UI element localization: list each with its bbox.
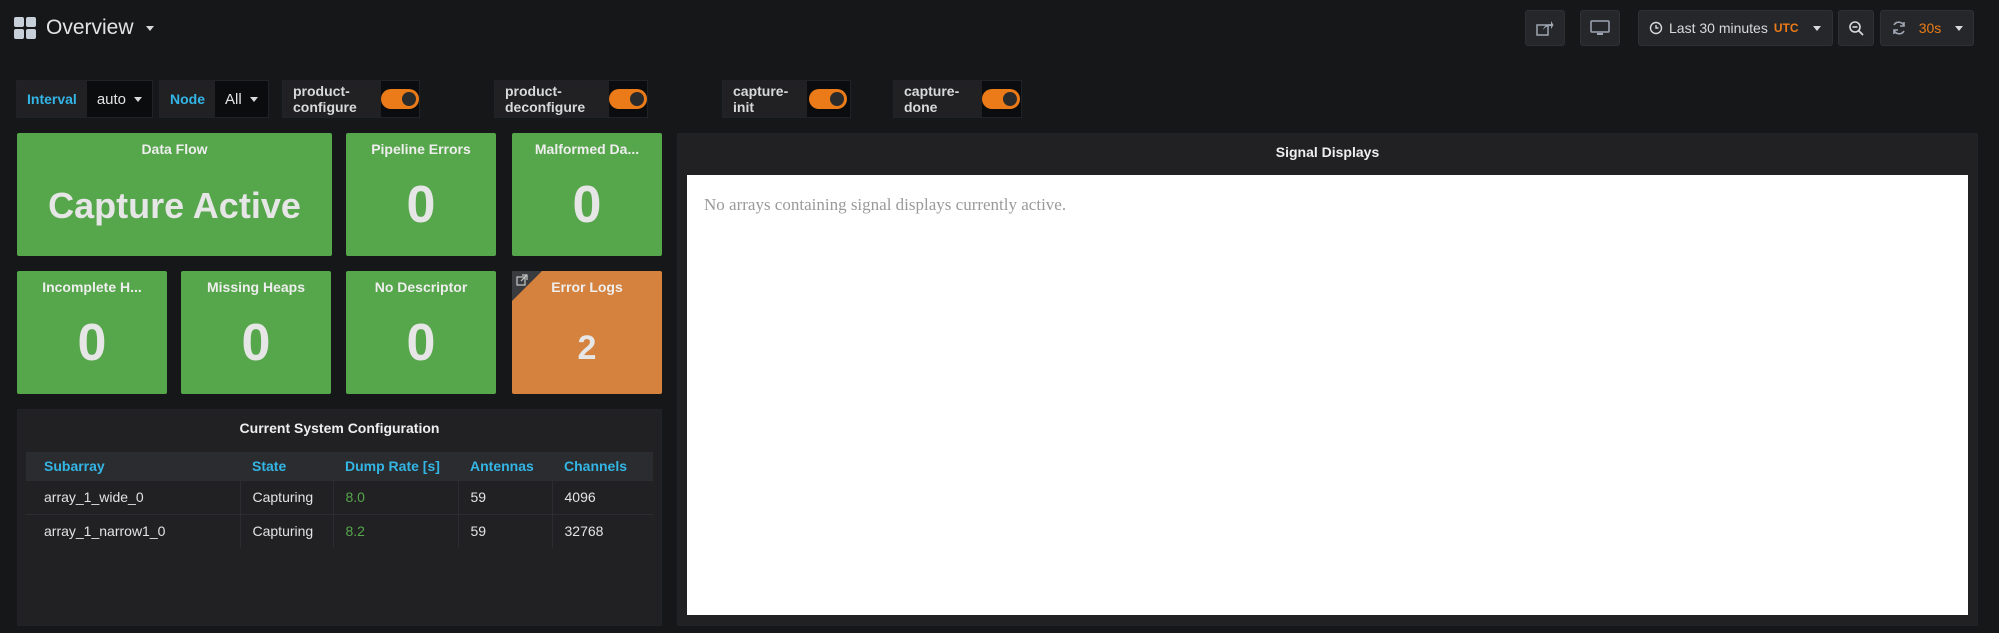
chevron-down-icon (134, 96, 143, 102)
error-logs-panel[interactable]: Error Logs 2 (512, 271, 662, 394)
refresh-interval-label: 30s (1918, 20, 1942, 36)
chevron-down-icon (1812, 25, 1821, 31)
tv-mode-icon (1590, 20, 1610, 35)
product-configure-variable: product-configure (282, 80, 420, 118)
antennas-cell: 59 (457, 513, 552, 548)
dump-rate-cell: 8.0 (332, 479, 458, 514)
antennas-cell: 59 (457, 479, 552, 514)
node-select[interactable]: All (215, 81, 268, 117)
missing-heaps-panel[interactable]: Missing Heaps 0 (181, 271, 331, 394)
top-navbar: Overview Last 30 minutes UTC 30s (0, 0, 1999, 56)
dashboard-title[interactable]: Overview (46, 16, 134, 40)
interval-label: Interval (27, 91, 77, 107)
subarray-cell: array_1_wide_0 (26, 479, 240, 514)
capture-init-toggle[interactable] (809, 89, 848, 109)
capture-done-toggle[interactable] (982, 89, 1021, 109)
refresh-picker[interactable]: 30s (1880, 10, 1974, 46)
dashboard-grid-icon (14, 17, 36, 39)
column-header-channels[interactable]: Channels (552, 452, 653, 480)
panel-title: Signal Displays (1275, 144, 1380, 160)
clock-icon (1649, 21, 1663, 35)
chevron-down-icon (1955, 25, 1964, 31)
signal-empty-message: No arrays containing signal displays cur… (704, 195, 1067, 214)
zoom-out-icon (1849, 21, 1864, 36)
signal-display-frame: No arrays containing signal displays cur… (687, 175, 1968, 615)
table-row: array_1_wide_0 Capturing 8.0 59 4096 (26, 479, 653, 514)
dashboard-picker[interactable]: Overview (14, 12, 154, 44)
panel-title: Data Flow (141, 141, 208, 157)
panel-value: 0 (406, 314, 436, 372)
panel-value: 0 (77, 314, 107, 372)
share-button[interactable] (1525, 10, 1565, 46)
refresh-icon (1892, 21, 1905, 35)
capture-done-variable: capture-done (893, 80, 1023, 118)
tv-mode-button[interactable] (1580, 10, 1620, 46)
panel-title: Missing Heaps (206, 279, 306, 295)
column-header-antennas[interactable]: Antennas (458, 452, 552, 480)
capture-done-label: capture-done (904, 83, 960, 115)
table-row: array_1_narrow1_0 Capturing 8.2 59 32768 (26, 513, 653, 548)
interval-variable: Interval auto (16, 80, 154, 118)
timezone-label: UTC (1773, 21, 1799, 35)
signal-displays-panel: Signal Displays No arrays containing sig… (677, 133, 1978, 626)
panel-value: Capture Active (48, 185, 301, 226)
chevron-down-icon (249, 96, 258, 102)
dump-rate-cell: 8.2 (332, 513, 458, 548)
node-variable: Node All (159, 80, 269, 118)
pipeline-errors-panel[interactable]: Pipeline Errors 0 (346, 133, 496, 256)
channels-cell: 4096 (551, 479, 653, 514)
state-cell: Capturing (239, 479, 333, 514)
malformed-panel[interactable]: Malformed Da... 0 (512, 133, 662, 256)
panel-value: 0 (241, 314, 271, 372)
state-cell: Capturing (239, 513, 333, 548)
product-deconfigure-toggle[interactable] (609, 89, 648, 109)
time-range-label: Last 30 minutes (1669, 20, 1768, 36)
product-configure-toggle[interactable] (380, 89, 419, 109)
product-deconfigure-label: product-deconfigure (505, 83, 586, 115)
subarray-cell: array_1_narrow1_0 (26, 513, 240, 548)
panel-title: Pipeline Errors (371, 141, 471, 157)
channels-cell: 32768 (551, 513, 653, 548)
config-table: Subarray State Dump Rate [s] Antennas Ch… (26, 452, 653, 548)
panel-title: No Descriptor (374, 279, 468, 295)
table-header-row: Subarray State Dump Rate [s] Antennas Ch… (26, 452, 653, 480)
interval-value: auto (96, 90, 127, 108)
time-range-picker[interactable]: Last 30 minutes UTC (1638, 10, 1833, 46)
capture-init-label: capture-init (733, 83, 789, 115)
panel-title: Error Logs (551, 279, 623, 295)
panel-value: 0 (406, 176, 436, 234)
column-header-subarray[interactable]: Subarray (26, 452, 240, 480)
column-header-state[interactable]: State (240, 452, 333, 480)
interval-select[interactable]: auto (86, 81, 153, 117)
no-descriptor-panel[interactable]: No Descriptor 0 (346, 271, 496, 394)
panel-value: 2 (577, 329, 597, 367)
product-deconfigure-variable: product-deconfigure (494, 80, 649, 118)
zoom-out-button[interactable] (1838, 10, 1874, 46)
capture-init-variable: capture-init (722, 80, 852, 118)
panel-title: Incomplete H... (42, 279, 142, 295)
incomplete-heaps-panel[interactable]: Incomplete H... 0 (17, 271, 167, 394)
panel-value: 0 (572, 176, 602, 234)
share-icon (1536, 21, 1554, 36)
system-config-panel: Current System Configuration Subarray St… (17, 409, 662, 626)
node-label: Node (170, 91, 205, 107)
panel-title: Malformed Da... (534, 141, 640, 157)
panel-title: Current System Configuration (239, 420, 440, 436)
data-flow-panel[interactable]: Data Flow Capture Active (17, 133, 332, 256)
product-configure-label: product-configure (293, 83, 357, 115)
node-value: All (225, 90, 242, 108)
chevron-down-icon (145, 25, 154, 31)
column-header-dump-rate[interactable]: Dump Rate [s] (333, 452, 458, 480)
